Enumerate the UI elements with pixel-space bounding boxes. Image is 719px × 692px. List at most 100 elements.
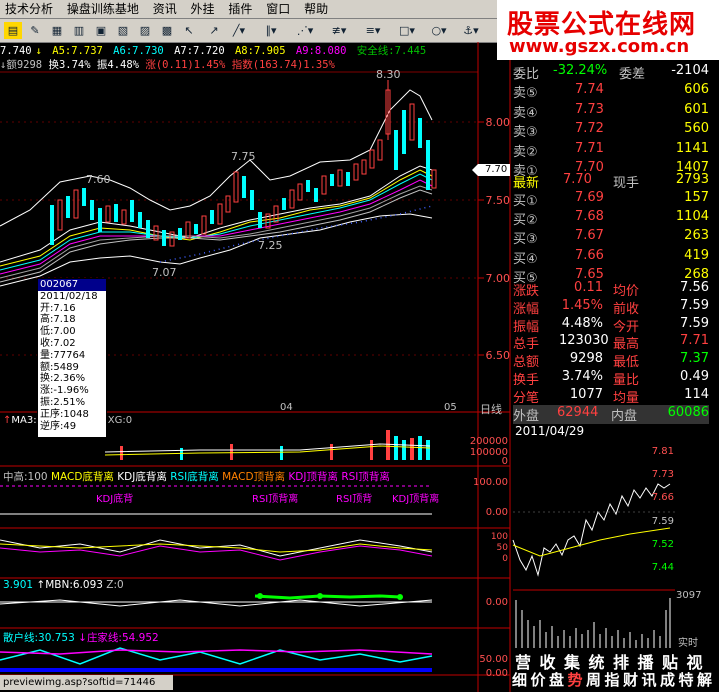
stat-row: 分笔 1077 均量 114 <box>513 387 709 406</box>
intraday-axis-759: 7.59 <box>651 516 674 527</box>
vol-xg-label: XG:0 <box>107 415 133 426</box>
intraday-axis-744: 7.44 <box>651 562 674 573</box>
sell-5-price: 7.74 <box>575 82 604 97</box>
date-05: 05 <box>444 402 457 413</box>
buy-4-row[interactable]: 买④ 7.66 419 <box>513 248 709 267</box>
div-mark-kdj-top: KDJ顶背离 <box>392 494 440 505</box>
tooltip-open: 开:7.16 <box>40 302 76 314</box>
axis-800: 8.00 <box>485 116 511 129</box>
sell-3-row[interactable]: 卖③ 7.72 560 <box>513 121 709 140</box>
sell-3-label: 卖③ <box>513 125 538 140</box>
quick-button-b6[interactable]: 财 <box>623 669 638 690</box>
intraday-volume <box>515 598 671 648</box>
stat-key: 涨幅 <box>513 301 540 317</box>
quick-button-b3[interactable]: 势 <box>568 669 583 690</box>
high-mark: 8.30 <box>376 68 401 81</box>
sell-2-row[interactable]: 卖② 7.71 1141 <box>513 141 709 160</box>
candlesticks <box>50 80 437 247</box>
sanhu-line-label: 散户线:30.753 <box>3 632 75 644</box>
buy-1-volume: 157 <box>684 190 709 205</box>
bar-info-tooltip: 002067 2011/02/18 开:7.16 高:7.18 低:7.00 收… <box>37 278 107 438</box>
intraday-axis-766: 7.66 <box>651 492 674 503</box>
sell-4-label: 卖④ <box>513 105 538 121</box>
div-axis-100: 100.00 <box>473 477 508 488</box>
sell-2-label: 卖② <box>513 144 538 160</box>
stat-key-2: 均量 <box>613 390 640 406</box>
quick-button-b2[interactable]: 盘 <box>549 669 564 690</box>
buy-3-volume: 263 <box>684 228 709 244</box>
stat-value-2: 7.56 <box>680 280 709 295</box>
intraday-axis-752: 7.52 <box>651 539 674 550</box>
tooltip-close: 收:7.02 <box>40 337 76 349</box>
quick-button-b4[interactable]: 周 <box>586 669 601 690</box>
volume-legend: ↑MA3: XG:0 <box>3 415 133 426</box>
buy-3-label: 买③ <box>513 232 538 248</box>
outer-value: 62944 <box>557 405 599 420</box>
quick-button-b7[interactable]: 讯 <box>642 669 657 690</box>
outer-inner-row: 外盘 62944 内盘 60086 <box>513 405 709 424</box>
quick-button-b0[interactable]: 细 <box>512 669 527 690</box>
status-bar: previewimg.asp?softid=71446 <box>0 675 173 690</box>
sell-2-price: 7.71 <box>575 140 604 156</box>
stat-row: 涨幅 1.45% 前收 7.59 <box>513 298 709 317</box>
quick-button-b5[interactable]: 指 <box>605 669 620 690</box>
sell-5-volume: 606 <box>684 82 709 97</box>
intraday-date: 2011/04/29 <box>515 424 585 438</box>
stat-key: 分笔 <box>513 390 540 406</box>
div-mark-rsi-top-2: RSI顶背 <box>336 494 373 505</box>
stat-value-2: 114 <box>684 386 709 402</box>
intraday-axis-781: 7.81 <box>651 446 674 457</box>
tooltip-turnover: 换:2.36% <box>40 373 86 385</box>
stat-value-2: 0.49 <box>680 369 709 384</box>
div-axis-0: 0.00 <box>485 507 508 518</box>
intraday-vol-axis: 3097 <box>676 590 702 601</box>
volume-bars <box>120 430 430 460</box>
mark-707: 7.07 <box>152 266 177 279</box>
quick-button-b1[interactable]: 价 <box>531 669 546 690</box>
mbn-axis-0: 0.00 <box>485 597 508 608</box>
buy-2-row[interactable]: 买② 7.68 1104 <box>513 209 709 228</box>
sell-4-row[interactable]: 卖④ 7.73 601 <box>513 102 709 121</box>
current-price-label: 7.70 <box>485 164 508 175</box>
latest-price: 7.70 <box>563 172 592 187</box>
xianshou-value: 2793 <box>675 172 709 187</box>
weibi-label: 委比 <box>513 67 540 82</box>
quick-button-b10[interactable]: 解 <box>697 669 712 690</box>
mbn-z-value: Z:0 <box>106 579 124 591</box>
stat-key-2: 今开 <box>613 319 640 335</box>
div-mark-rsi-top-1: RSI顶背离 <box>252 494 299 505</box>
stat-value: 1077 <box>569 386 603 402</box>
stat-key-2: 量比 <box>613 373 640 388</box>
buy-1-row[interactable]: 买① 7.69 157 <box>513 190 709 209</box>
mark-775: 7.75 <box>231 150 256 163</box>
weibi-row: 委比 -32.24% 委差 -2104 <box>513 63 709 82</box>
tooltip-code: 002067 <box>38 279 106 291</box>
div-midhigh: 中高:100 <box>3 471 48 483</box>
sell-5-label: 卖⑤ <box>513 86 538 101</box>
quick-button-b9[interactable]: 特 <box>679 669 694 690</box>
kd-axis-50: 50 <box>496 543 508 553</box>
sell-2-volume: 1141 <box>675 140 709 156</box>
div-mark-kdj-bottom: KDJ底背 <box>96 494 134 505</box>
sell-4-volume: 601 <box>684 101 709 117</box>
buy-1-price: 7.69 <box>575 190 604 205</box>
buy-3-price: 7.67 <box>575 228 604 244</box>
stat-key: 换手 <box>513 373 540 388</box>
stat-value-2: 7.59 <box>680 297 709 313</box>
buy-2-volume: 1104 <box>675 209 709 225</box>
inner-value: 60086 <box>667 405 709 420</box>
div-kdj-bottom: KDJ底背离 <box>117 471 167 483</box>
buy-2-price: 7.68 <box>575 209 604 225</box>
sell-5-row[interactable]: 卖⑤ 7.74 606 <box>513 82 709 101</box>
stat-value-2: 7.71 <box>680 333 709 349</box>
quick-button-b8[interactable]: 成 <box>660 669 675 690</box>
realtime-label[interactable]: 实时 <box>678 634 698 649</box>
sanhu-axis-50: 50.00 <box>479 654 508 665</box>
period-label[interactable]: 日线 <box>480 401 502 417</box>
sell-4-price: 7.73 <box>575 101 604 117</box>
stat-key-2: 均价 <box>613 284 640 299</box>
stat-key: 振幅 <box>513 319 540 335</box>
sell-3-volume: 560 <box>684 121 709 136</box>
mark-760: 7.60 <box>86 173 111 186</box>
buy-3-row[interactable]: 买③ 7.67 263 <box>513 228 709 247</box>
